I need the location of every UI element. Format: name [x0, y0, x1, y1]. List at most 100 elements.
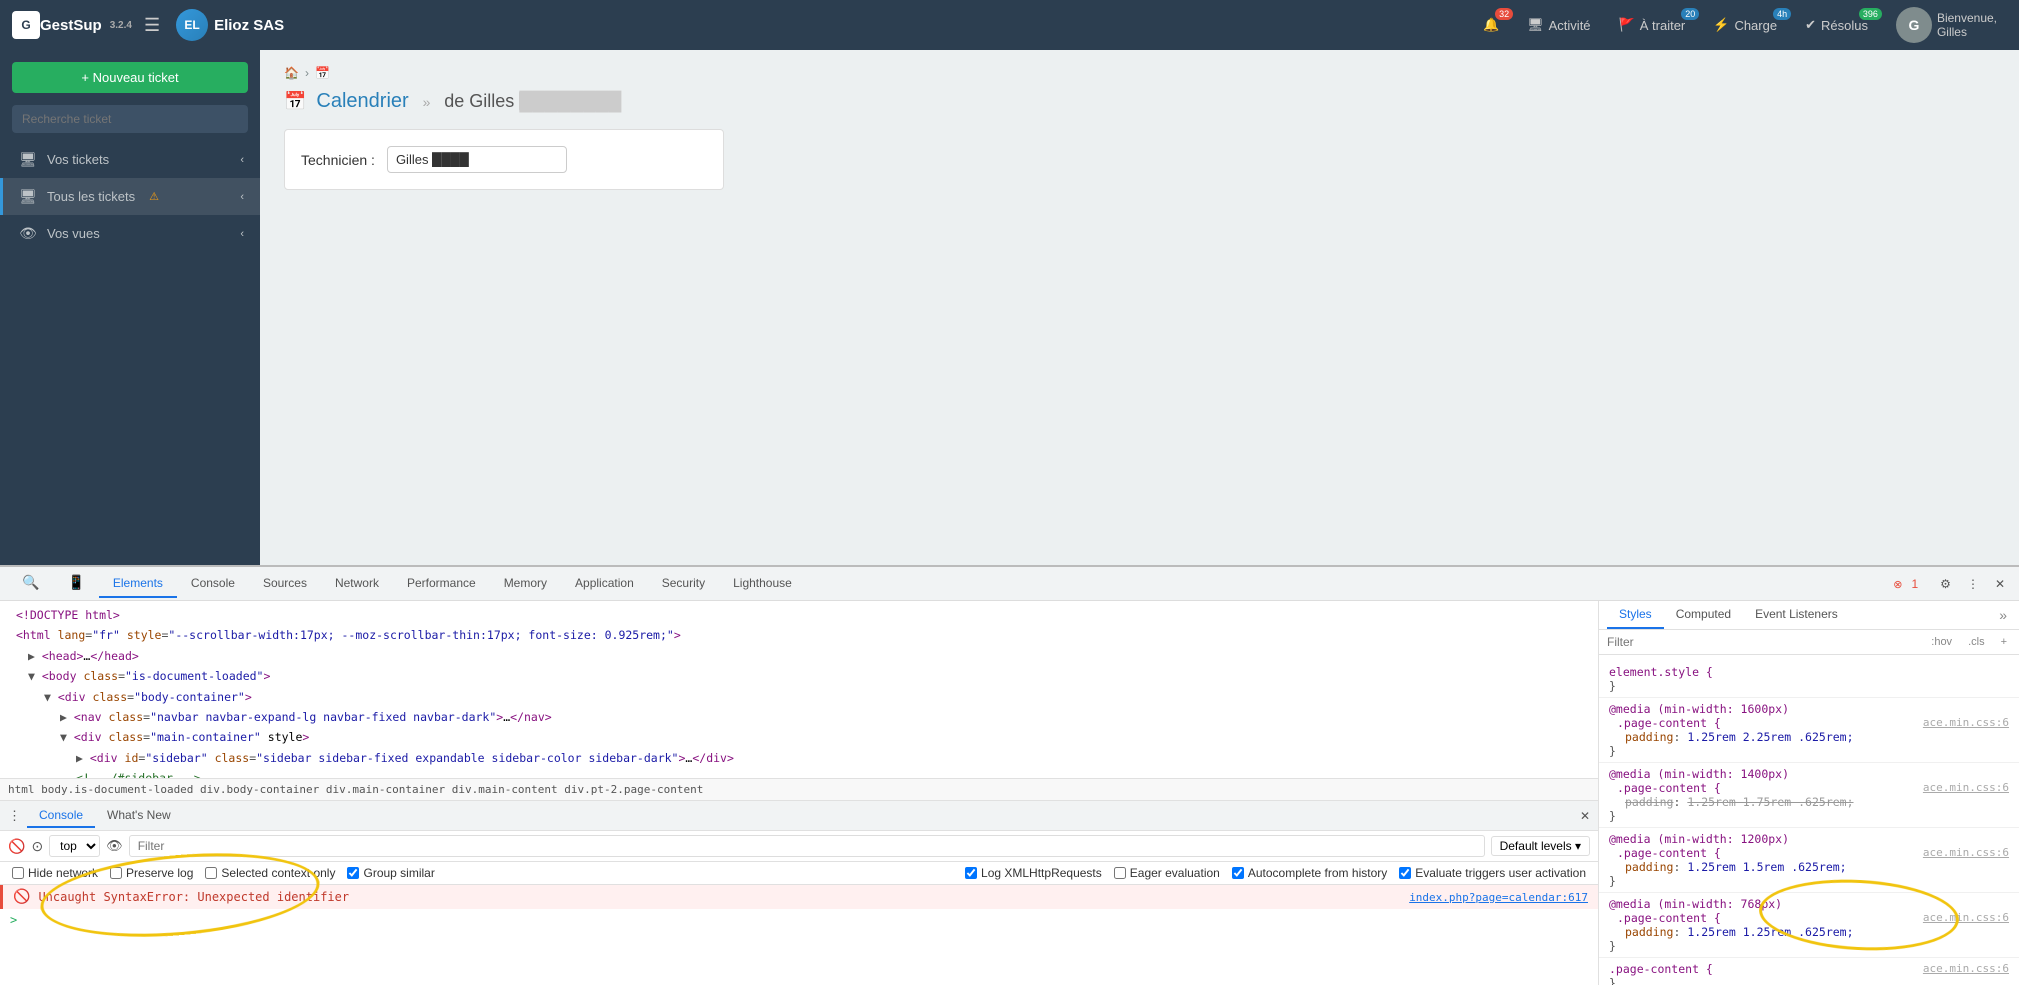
- group-similar-checkbox[interactable]: [347, 867, 359, 879]
- chevron-right-icon-2: ‹: [240, 191, 244, 203]
- console-context-select[interactable]: top: [49, 835, 100, 857]
- group-similar-check[interactable]: Group similar: [347, 866, 434, 880]
- console-options: Hide network Preserve log Selected conte…: [0, 862, 1598, 885]
- breadcrumb: 🏠 › 📅: [284, 66, 1995, 80]
- more-icon[interactable]: ⋮: [1961, 574, 1985, 594]
- evaluate-triggers-checkbox[interactable]: [1399, 867, 1411, 879]
- code-line: <html lang="fr" style="--scrollbar-width…: [0, 625, 1598, 645]
- tab-whatsnew[interactable]: What's New: [95, 804, 183, 828]
- tab-performance[interactable]: Performance: [393, 570, 490, 598]
- technicien-select[interactable]: Gilles ████: [387, 146, 567, 173]
- eager-eval-checkbox[interactable]: [1114, 867, 1126, 879]
- error-source-link[interactable]: index.php?page=calendar:617: [1409, 891, 1588, 904]
- prompt-arrow-icon: >: [10, 913, 17, 927]
- avatar-icon: G: [1896, 7, 1932, 43]
- hamburger-icon[interactable]: ☰: [144, 15, 160, 36]
- tab-styles[interactable]: Styles: [1607, 601, 1664, 629]
- log-xmlhttpreq-check[interactable]: Log XMLHttpRequests: [965, 866, 1102, 880]
- console-tabs: ⋮ Console What's New ✕: [0, 801, 1598, 831]
- tab-event-listeners[interactable]: Event Listeners: [1743, 601, 1850, 629]
- preserve-log-check[interactable]: Preserve log: [110, 866, 193, 880]
- style-block-1200: @media (min-width: 1200px) .page-content…: [1599, 828, 2019, 893]
- chevron-right-icon-3: ‹: [240, 228, 244, 240]
- tab-computed[interactable]: Computed: [1664, 601, 1743, 629]
- code-line: ▶ <head>…</head>: [0, 646, 1598, 666]
- tab-memory[interactable]: Memory: [490, 570, 561, 598]
- error-count-badge: ⊗ 1: [1887, 574, 1930, 594]
- styles-filter-input[interactable]: [1607, 635, 1919, 649]
- hide-network-check[interactable]: Hide network: [12, 866, 98, 880]
- new-ticket-button[interactable]: + Nouveau ticket: [12, 62, 248, 93]
- style-block-768: @media (min-width: 768px) .page-content …: [1599, 893, 2019, 958]
- sidebar-item-tous-tickets[interactable]: 🖥 Tous les tickets ⚠ ‹: [0, 178, 260, 215]
- elioz-company-name: Elioz SAS: [214, 17, 284, 34]
- styles-panel: Styles Computed Event Listeners » :hov .…: [1599, 601, 2019, 985]
- devtools-inspect-icon[interactable]: 🔍: [8, 568, 53, 599]
- close-console-icon[interactable]: ✕: [1580, 809, 1590, 823]
- log-xml-checkbox[interactable]: [965, 867, 977, 879]
- console-eye-icon[interactable]: 👁: [106, 838, 123, 854]
- evaluate-triggers-check[interactable]: Evaluate triggers user activation: [1399, 866, 1586, 880]
- tab-console-main[interactable]: Console: [27, 804, 95, 828]
- tab-console[interactable]: Console: [177, 570, 249, 598]
- brand-name[interactable]: GestSup 3.2.4: [40, 17, 132, 34]
- resolus-button[interactable]: ✔ Résolus 396: [1795, 12, 1878, 38]
- elements-code-view[interactable]: <!DOCTYPE html> <html lang="fr" style="-…: [0, 601, 1598, 778]
- activite-icon: 🖥: [1527, 17, 1544, 33]
- bienvenue-text: Bienvenue, Gilles: [1937, 11, 1997, 39]
- settings-icon[interactable]: ⚙: [1934, 574, 1957, 594]
- page-title: 📅 Calendrier » de Gilles ████████: [284, 90, 1995, 113]
- search-input[interactable]: [12, 105, 248, 133]
- activite-button[interactable]: 🖥 Activité: [1517, 12, 1600, 38]
- bell-icon: 🔔: [1483, 17, 1499, 33]
- vues-icon: 👁: [19, 225, 37, 242]
- gestsup-logo: G: [12, 11, 40, 39]
- style-block-page-content: .page-content { ace.min.css:6 }: [1599, 958, 2019, 985]
- vos-tickets-icon: 🖥: [19, 151, 37, 168]
- eager-eval-check[interactable]: Eager evaluation: [1114, 866, 1220, 880]
- add-style-btn[interactable]: +: [1997, 634, 2011, 650]
- tab-sources[interactable]: Sources: [249, 570, 321, 598]
- notifications-button[interactable]: 🔔 32: [1473, 12, 1509, 38]
- devtools-panel: 🔍 📱 Elements Console Sources Network Per…: [0, 565, 2019, 985]
- console-three-dots-icon[interactable]: ⋮: [8, 808, 21, 824]
- devtools-tabs: 🔍 📱 Elements Console Sources Network Per…: [0, 567, 2019, 601]
- console-filter-input[interactable]: [129, 835, 1485, 857]
- technicien-label: Technicien :: [301, 152, 375, 168]
- tab-elements[interactable]: Elements: [99, 570, 177, 598]
- selected-context-checkbox[interactable]: [205, 867, 217, 879]
- preserve-log-checkbox[interactable]: [110, 867, 122, 879]
- tab-application[interactable]: Application: [561, 570, 648, 598]
- charge-hours-badge: 4h: [1773, 8, 1791, 20]
- tous-tickets-icon: 🖥: [19, 188, 37, 205]
- tab-lighthouse[interactable]: Lighthouse: [719, 570, 806, 598]
- autocomplete-hist-checkbox[interactable]: [1232, 867, 1244, 879]
- console-prompt[interactable]: >: [0, 909, 1598, 931]
- console-stop-icon[interactable]: ⊙: [31, 838, 43, 855]
- elioz-circle-icon: EL: [176, 9, 208, 41]
- hov-pseudo-btn[interactable]: :hov: [1927, 634, 1956, 650]
- hide-network-checkbox[interactable]: [12, 867, 24, 879]
- sidebar-item-vos-vues[interactable]: 👁 Vos vues ‹: [0, 215, 260, 252]
- cls-pseudo-btn[interactable]: .cls: [1964, 634, 1989, 650]
- console-clear-icon[interactable]: 🚫: [8, 838, 25, 855]
- user-avatar[interactable]: G Bienvenue, Gilles: [1886, 2, 2007, 48]
- elements-panel: <!DOCTYPE html> <html lang="fr" style="-…: [0, 601, 1599, 985]
- autocomplete-hist-check[interactable]: Autocomplete from history: [1232, 866, 1387, 880]
- resolus-badge: 396: [1859, 8, 1882, 20]
- notifications-badge: 32: [1495, 8, 1513, 20]
- console-levels-btn[interactable]: Default levels ▾: [1491, 836, 1590, 856]
- calendar-user-text: de Gilles ████████: [444, 91, 621, 112]
- tab-security[interactable]: Security: [648, 570, 719, 598]
- flag-icon: 🚩: [1619, 17, 1635, 33]
- charge-button[interactable]: ⚡ Charge 4h: [1703, 12, 1787, 38]
- selected-context-check[interactable]: Selected context only: [205, 866, 335, 880]
- home-icon[interactable]: 🏠: [284, 66, 299, 80]
- styles-more-icon[interactable]: »: [1995, 603, 2011, 627]
- a-traiter-button[interactable]: 🚩 À traiter 20: [1609, 12, 1696, 38]
- sidebar-item-vos-tickets[interactable]: 🖥 Vos tickets ‹: [0, 141, 260, 178]
- close-devtools-icon[interactable]: ✕: [1989, 574, 2011, 594]
- code-line: ▼ <div class="body-container">: [0, 687, 1598, 707]
- devtools-device-icon[interactable]: 📱: [53, 568, 98, 599]
- tab-network[interactable]: Network: [321, 570, 393, 598]
